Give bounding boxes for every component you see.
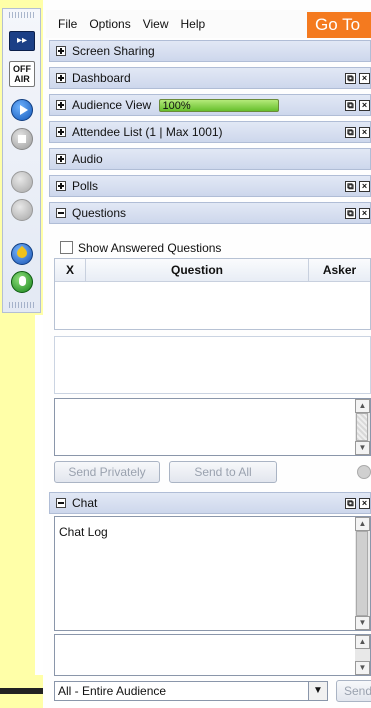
column-question[interactable]: Question — [86, 259, 309, 281]
section-label: Polls — [72, 179, 99, 193]
section-screen-sharing[interactable]: Screen Sharing — [49, 40, 371, 62]
question-reply-input[interactable]: ▲ ▼ — [54, 398, 371, 456]
popout-icon[interactable]: ⧉ — [345, 126, 356, 138]
questions-table-header: X Question Asker — [55, 259, 370, 282]
section-label: Dashboard — [72, 71, 131, 85]
section-chat[interactable]: Chat ⧉ × — [49, 492, 371, 514]
menu-options[interactable]: Options — [83, 17, 136, 31]
expand-icon[interactable] — [56, 73, 66, 83]
off-air-button[interactable]: OFF AIR — [9, 61, 35, 87]
control-panel: File Options View Help Go To Screen Shar… — [46, 10, 371, 708]
questions-table[interactable]: X Question Asker — [54, 258, 371, 330]
chat-send-button[interactable]: Send — [336, 680, 371, 702]
close-icon[interactable]: × — [359, 126, 370, 138]
off-air-line1: OFF — [13, 64, 31, 74]
chat-log[interactable]: Chat Log ▲ ▼ — [54, 516, 371, 631]
close-icon[interactable]: × — [359, 72, 370, 84]
scroll-down-icon[interactable]: ▼ — [355, 441, 370, 455]
microphone-disabled-icon — [11, 171, 33, 193]
collapse-icon[interactable] — [56, 208, 66, 218]
toolbar-grip-bottom[interactable] — [9, 302, 35, 308]
popout-icon[interactable]: ⧉ — [345, 72, 356, 84]
section-label-wrap: Audience View 100% — [72, 97, 345, 113]
chat-message-input[interactable]: ▲ ▼ — [54, 634, 371, 676]
menu-view[interactable]: View — [137, 17, 175, 31]
options-circle-icon[interactable] — [357, 465, 371, 479]
popout-icon[interactable]: ⧉ — [345, 99, 356, 111]
left-bottom-bar — [0, 688, 43, 694]
popout-icon[interactable]: ⧉ — [345, 497, 356, 509]
scroll-down-icon[interactable]: ▼ — [355, 661, 370, 675]
close-icon[interactable]: × — [359, 180, 370, 192]
scroll-up-icon[interactable]: ▲ — [355, 635, 370, 649]
send-privately-button[interactable]: Send Privately — [54, 461, 160, 483]
chevron-down-icon[interactable]: ▼ — [308, 682, 327, 700]
show-answered-label: Show Answered Questions — [78, 240, 222, 255]
attendee-count: (1 | Max 1001) — [145, 125, 223, 139]
popout-icon[interactable]: ⧉ — [345, 180, 356, 192]
webcam-disabled-icon — [11, 199, 33, 221]
questions-pane: Show Answered Questions X Question Asker — [49, 237, 371, 330]
popout-icon[interactable]: ⧉ — [345, 207, 356, 219]
section-audio[interactable]: Audio — [49, 148, 371, 170]
expand-icon[interactable] — [56, 127, 66, 137]
toolbar-panel: ▸▸ OFF AIR — [2, 8, 41, 313]
left-strip — [35, 315, 43, 675]
chat-input-scrollbar[interactable]: ▲ ▼ — [355, 635, 370, 675]
column-asker[interactable]: Asker — [309, 259, 370, 281]
pen-icon[interactable] — [11, 243, 33, 265]
scroll-up-icon[interactable]: ▲ — [355, 399, 370, 413]
scroll-track[interactable] — [356, 413, 368, 441]
section-polls[interactable]: Polls ⧉ × — [49, 175, 371, 197]
question-detail-area — [54, 336, 371, 394]
section-audience-view[interactable]: Audience View 100% ⧉ × — [49, 94, 371, 116]
section-label-wrap: Attendee List (1 | Max 1001) — [72, 125, 345, 139]
section-label: Audience View — [72, 97, 152, 112]
chat-audience-select[interactable]: All - Entire Audience ▼ — [54, 681, 328, 701]
close-icon[interactable]: × — [359, 497, 370, 509]
stop-icon[interactable] — [11, 128, 33, 150]
menu-help[interactable]: Help — [175, 17, 212, 31]
microphone-icon[interactable] — [11, 271, 33, 293]
expand-icon[interactable] — [56, 181, 66, 191]
reply-scrollbar[interactable]: ▲ ▼ — [355, 399, 370, 455]
section-label: Chat — [72, 496, 98, 510]
toolbar-grip-top[interactable] — [9, 12, 35, 18]
off-air-line2: AIR — [14, 74, 30, 84]
chat-audience-value: All - Entire Audience — [58, 684, 167, 698]
close-icon[interactable]: × — [359, 207, 370, 219]
chat-log-label: Chat Log — [59, 525, 108, 539]
scroll-down-icon[interactable]: ▼ — [355, 616, 370, 630]
expand-button[interactable]: ▸▸ — [9, 31, 35, 51]
audience-view-progress: 100% — [158, 99, 279, 113]
send-to-all-button[interactable]: Send to All — [169, 461, 277, 483]
expand-icon[interactable] — [56, 154, 66, 164]
scroll-thumb[interactable] — [356, 531, 368, 616]
collapse-icon[interactable] — [56, 498, 66, 508]
play-icon[interactable] — [11, 99, 33, 121]
close-icon[interactable]: × — [359, 99, 370, 111]
menu-file[interactable]: File — [46, 17, 83, 31]
side-toolbar: ▸▸ OFF AIR — [0, 0, 43, 708]
expand-icon[interactable] — [56, 100, 66, 110]
section-label: Questions — [72, 206, 127, 220]
expand-icon[interactable] — [56, 46, 66, 56]
section-dashboard[interactable]: Dashboard ⧉ × — [49, 67, 371, 89]
scroll-up-icon[interactable]: ▲ — [355, 517, 370, 531]
show-answered-checkbox[interactable] — [60, 241, 73, 254]
show-answered-toggle[interactable]: Show Answered Questions — [49, 237, 371, 258]
section-questions[interactable]: Questions ⧉ × — [49, 202, 371, 224]
section-label: Attendee List — [72, 125, 143, 139]
section-label: Audio — [72, 152, 103, 166]
section-attendee-list[interactable]: Attendee List (1 | Max 1001) ⧉ × — [49, 121, 371, 143]
section-label: Screen Sharing — [72, 44, 155, 58]
chat-log-scrollbar[interactable]: ▲ ▼ — [355, 517, 370, 630]
column-x[interactable]: X — [55, 259, 86, 281]
go-to-button[interactable]: Go To — [307, 12, 371, 38]
